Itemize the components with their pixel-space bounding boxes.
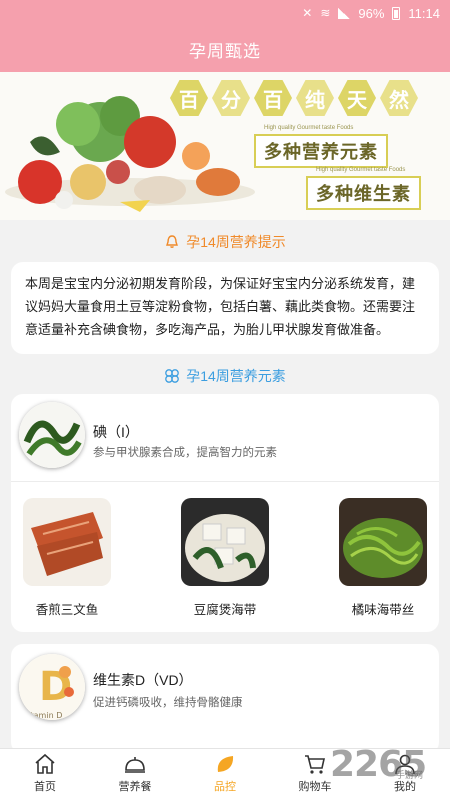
food-list: 香煎三文鱼 豆腐煲海带 橘味海带丝 [11,482,439,618]
nutrient-row[interactable]: 碘（I） 参与甲状腺素合成，提高智力的元素 [11,394,439,482]
tip-body: 本周是宝宝内分泌初期发育阶段，为保证好宝宝内分泌系统发育，建议妈妈大量食用土豆等… [25,276,416,337]
leaf-icon [217,756,234,772]
hex-char: 纯 [296,80,334,116]
hex-char: 百 [254,80,292,116]
nutrient-desc: 促进钙磷吸收，维持骨骼健康 [93,697,243,709]
banner-tag-text: 多种维生素 [316,184,411,204]
mute-icon: ✕ [302,6,313,20]
watermark-sub: 手游网 [396,771,424,781]
page-title: 孕周甄选 [0,26,450,72]
vitamin-d-image: D Vitamin D [19,654,85,720]
food-item[interactable]: 豆腐煲海带 [177,498,273,618]
tab-quality[interactable]: 品控 [180,749,270,800]
tab-label: 购物车 [298,781,332,793]
promo-banner[interactable]: 百 分 百 纯 天 然 High quality Gourmet taste F… [0,72,450,220]
tab-meals[interactable]: 营养餐 [90,749,180,800]
tab-home[interactable]: 首页 [0,749,90,800]
tip-card: 本周是宝宝内分泌初期发育阶段，为保证好宝宝内分泌系统发育，建议妈妈大量食用土豆等… [11,262,439,354]
food-item[interactable]: 橘味海带丝 [335,498,431,618]
elements-heading: 孕14周营养元素 [0,366,450,386]
banner-tag-nutrients: High quality Gourmet taste Foods 多种营养元素 [254,125,388,168]
food-image [23,498,111,586]
nutrient-name: 碘（I） [93,424,139,440]
elements-heading-text: 孕14周营养元素 [186,368,286,384]
clock: 11:14 [408,5,440,21]
tip-heading-text: 孕14周营养提示 [186,234,286,250]
banner-tag-text: 多种营养元素 [264,142,378,162]
tip-heading: 孕14周营养提示 [0,232,450,252]
hex-char: 天 [338,80,376,116]
hex-char: 然 [380,80,418,116]
battery-percent: 96% [358,5,385,21]
status-bar: ✕ ≋ 96% 11:14 [0,0,450,26]
clover-icon [165,369,180,383]
hex-headline: 百 分 百 纯 天 然 [170,80,418,116]
seaweed-image [19,402,85,468]
home-icon [35,753,55,774]
tab-label: 营养餐 [118,781,152,793]
banner-tag-vitamins: High quality Gourmet taste Foods 多种维生素 [306,167,421,210]
cart-icon [305,755,325,774]
banner-small-text: High quality Gourmet taste Foods [316,167,406,173]
watermark: 2265 手游网 [330,744,427,785]
bell-icon [166,235,179,248]
food-label: 豆腐煲海带 [193,603,257,617]
battery-icon [392,6,401,20]
nutrient-row[interactable]: D Vitamin D 维生素D（VD） 促进钙磷吸收，维持骨骼健康 [11,644,439,732]
tab-label: 首页 [34,781,56,793]
hex-char: 分 [212,80,250,116]
food-image [181,498,269,586]
nutrient-desc: 参与甲状腺素合成，提高智力的元素 [93,447,277,459]
nutrient-name: 维生素D（VD） [93,672,193,688]
food-label: 橘味海带丝 [351,603,415,617]
banner-small-text: High quality Gourmet taste Foods [264,125,354,131]
food-image [339,498,427,586]
food-label: 香煎三文鱼 [35,603,99,617]
nutrient-thumbnail: D Vitamin D [19,654,85,720]
nutrient-card-vitamin-d[interactable]: D Vitamin D 维生素D（VD） 促进钙磷吸收，维持骨骼健康 [11,644,439,754]
nutrient-card-iodine[interactable]: 碘（I） 参与甲状腺素合成，提高智力的元素 香煎三文鱼 豆腐煲海带 橘味海带丝 [11,394,439,632]
hex-char: 百 [170,80,208,116]
dish-cover-icon [125,757,145,773]
nutrient-thumbnail [19,402,85,468]
svg-text:Vitamin D: Vitamin D [23,711,62,720]
wifi-icon: ≋ [320,6,331,20]
tab-label: 品控 [214,781,236,793]
food-item[interactable]: 香煎三文鱼 [19,498,115,618]
signal-icon [338,7,351,19]
